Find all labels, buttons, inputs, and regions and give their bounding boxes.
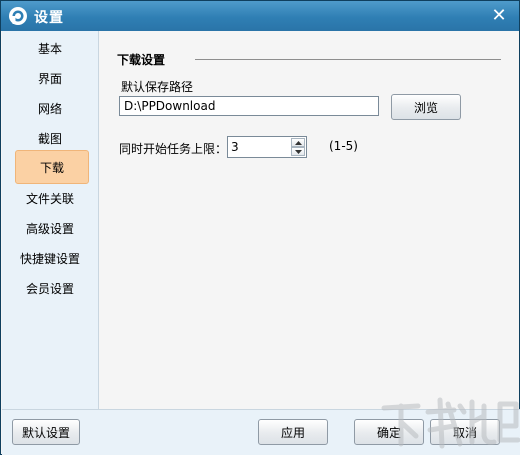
apply-button[interactable]: 应用 [258,419,328,445]
window-title: 设置 [34,10,64,26]
max-tasks-input[interactable] [228,137,290,157]
sidebar-item-label: 文件关联 [25,192,74,206]
default-settings-button[interactable]: 默认设置 [12,419,80,445]
sidebar-item-interface[interactable]: 界面 [2,64,98,94]
save-path-label: 默认保存路径 [121,80,194,94]
sidebar-item-basic[interactable]: 基本 [2,34,98,64]
title-bar[interactable]: 设置 ✕ [1,1,519,31]
close-icon[interactable]: ✕ [489,6,509,26]
save-path-input[interactable] [119,96,379,116]
section-divider [195,59,501,60]
app-logo-icon [9,7,27,25]
dialog-footer: 默认设置 应用 确定 取消 [2,409,520,455]
sidebar-item-label: 下载 [39,161,64,175]
sidebar-item-label: 快捷键设置 [19,252,80,266]
max-tasks-label: 同时开始任务上限： [119,142,228,156]
arrow-down-icon [295,150,302,154]
sidebar-item-advanced[interactable]: 高级设置 [2,214,98,244]
ok-button[interactable]: 确定 [354,419,424,445]
max-tasks-range: (1-5) [329,139,358,153]
section-title: 下载设置 [117,53,166,67]
settings-window: 设置 ✕ 基本 界面 网络 截图 下载 文件关联 高级设置 快捷键设置 会员设置 [0,0,520,455]
sidebar-item-label: 截图 [37,132,62,146]
download-settings-panel: 下载设置 默认保存路径 浏览 同时开始任务上限： (1-5) [99,31,519,409]
arrow-up-icon [295,141,302,145]
spin-down-button[interactable] [291,147,305,156]
spin-up-button[interactable] [291,138,305,147]
sidebar-item-download[interactable]: 下载 [15,150,89,184]
sidebar-item-label: 网络 [37,102,62,116]
sidebar-item-label: 基本 [37,42,62,56]
max-tasks-spinbox [227,136,307,158]
sidebar-item-membership[interactable]: 会员设置 [2,274,98,304]
sidebar-item-network[interactable]: 网络 [2,94,98,124]
sidebar-item-label: 界面 [37,72,62,86]
cancel-button[interactable]: 取消 [430,419,500,445]
sidebar-item-file-association[interactable]: 文件关联 [2,184,98,214]
settings-sidebar: 基本 界面 网络 截图 下载 文件关联 高级设置 快捷键设置 会员设置 [2,31,99,409]
sidebar-item-shortcuts[interactable]: 快捷键设置 [2,244,98,274]
sidebar-item-label: 会员设置 [25,282,74,296]
sidebar-item-label: 高级设置 [25,222,74,236]
browse-button[interactable]: 浏览 [391,94,461,120]
